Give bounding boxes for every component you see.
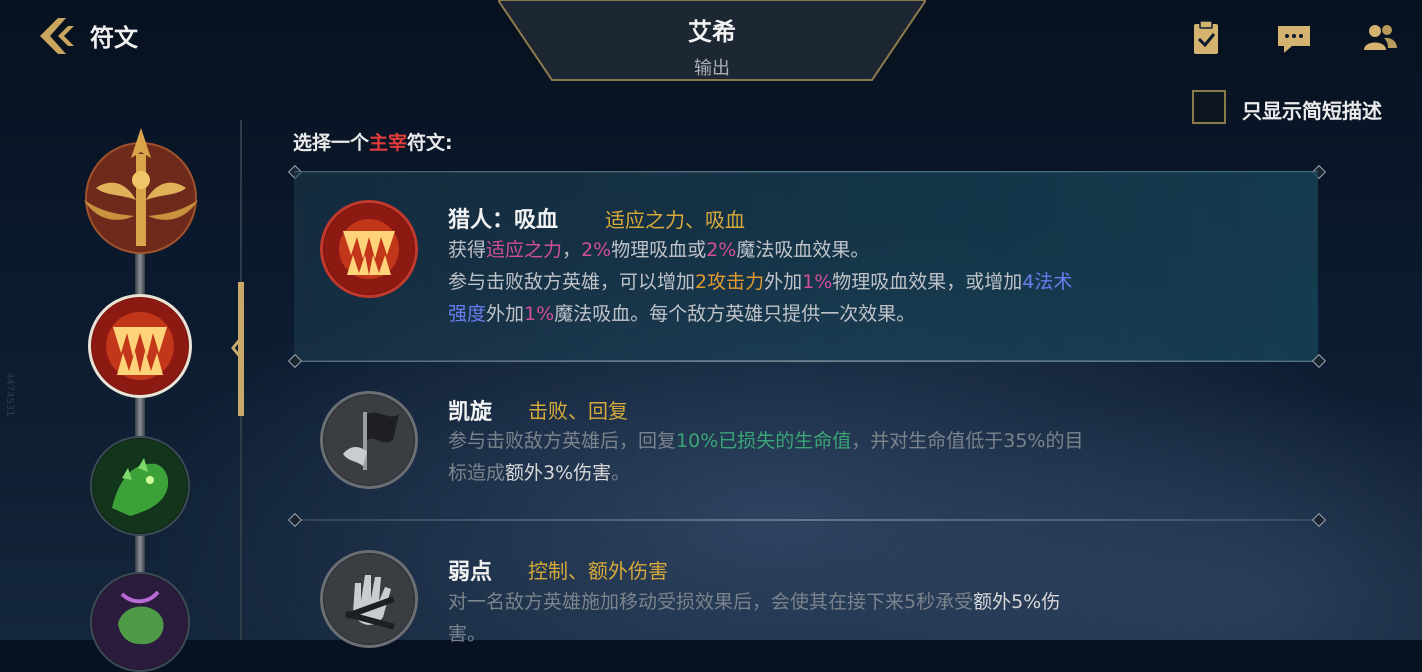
watermark-text: 4474531: [4, 372, 15, 417]
desc-line: 参与击败敌方英雄，可以增加2攻击力外加1%物理吸血效果，或增加4法术: [448, 271, 1073, 293]
hunter-vampirism-icon[interactable]: [88, 294, 192, 398]
rune-name: 猎人：吸血: [448, 208, 559, 233]
selection-prompt: 选择一个主宰符文:: [293, 132, 453, 154]
champion-role: 输出: [694, 58, 730, 79]
rune-tags: 击败、回复: [528, 399, 628, 423]
desc-line: 标造成额外3%伤害。: [448, 462, 631, 484]
champion-name: 艾希: [688, 18, 736, 46]
back-button[interactable]: [36, 16, 80, 56]
rune-description: 参与击败敌方英雄后，回复10%已损失的生命值，并对生命值低于35%的目 标造成额…: [448, 425, 1208, 489]
rune-description: 获得适应之力，2%物理吸血或2%魔法吸血效果。 参与击败敌方英雄，可以增加2攻击…: [448, 234, 1208, 330]
chat-icon[interactable]: [1274, 18, 1314, 58]
domination-tree-icon[interactable]: [76, 128, 206, 258]
rune-tags: 控制、额外伤害: [528, 559, 668, 583]
friends-icon[interactable]: [1360, 18, 1400, 58]
rune-description: 对一名敌方英雄施加移动受损效果后，会使其在接下来5秒承受额外5%伤 害。: [448, 586, 1208, 650]
victory-flag-icon: [320, 391, 418, 489]
short-desc-checkbox[interactable]: [1192, 90, 1226, 124]
bound-hand-icon: [320, 550, 418, 648]
desc-line: 害。: [448, 623, 487, 645]
back-arrow-icon: [40, 18, 74, 54]
triumph-beast-icon[interactable]: [90, 436, 190, 536]
rune-tags: 适应之力、吸血: [605, 208, 745, 232]
rune-name: 凯旋: [448, 400, 493, 425]
weakness-side-icon[interactable]: [90, 572, 190, 672]
desc-line: 参与击败敌方英雄后，回复10%已损失的生命值，并对生命值低于35%的目: [448, 430, 1084, 452]
desc-line: 强度外加1%魔法吸血。每个敌方英雄只提供一次效果。: [448, 303, 916, 325]
desc-line: 对一名敌方英雄施加移动受损效果后，会使其在接下来5秒承受额外5%伤: [448, 591, 1061, 613]
quest-clipboard-icon[interactable]: [1186, 18, 1226, 58]
collapse-arrow-icon[interactable]: [230, 336, 244, 360]
page-title: 符文: [90, 24, 138, 52]
fanged-maw-icon: [320, 200, 418, 298]
rune-name: 弱点: [448, 560, 493, 585]
desc-line: 获得适应之力，2%物理吸血或2%魔法吸血效果。: [448, 239, 870, 261]
short-desc-label[interactable]: 只显示简短描述: [1242, 95, 1382, 124]
